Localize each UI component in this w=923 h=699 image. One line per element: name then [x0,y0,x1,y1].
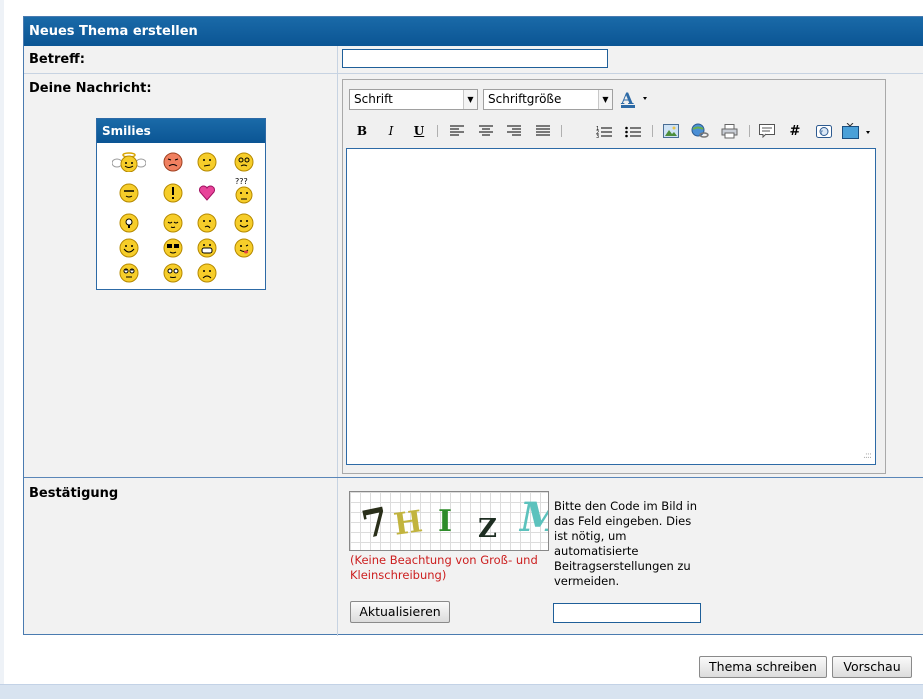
thinking-smiley-icon[interactable] [197,213,217,233]
insert-link-button[interactable] [689,121,711,141]
captcha-char: 7 [357,497,393,548]
message-editor: Schrift ▼ Schriftgröße ▼ A B I U 1 2 3 #… [342,79,886,474]
grin-smiley-icon[interactable] [197,238,217,258]
toolbar-separator [561,125,562,137]
smilies-title: Smilies [97,119,265,143]
toolbar-separator [652,125,653,137]
page-footer-bar [0,684,923,699]
align-right-button[interactable] [503,121,525,141]
video-button[interactable] [841,121,873,141]
angel-smiley-icon[interactable] [112,152,146,172]
flash-button[interactable]: f [813,121,835,141]
page-left-strip [0,0,4,698]
insert-image-button[interactable] [660,121,682,141]
subject-input[interactable] [342,49,608,68]
italic-button[interactable]: I [380,121,402,141]
quote-icon [759,124,775,138]
sleepy-smiley-icon[interactable] [163,213,183,233]
rolleyes-smiley-icon[interactable] [119,263,139,283]
cool-smiley-icon[interactable] [119,183,139,203]
font-size-select[interactable]: Schriftgröße ▼ [483,89,613,110]
toolbar-separator [437,125,438,137]
captcha-char: M [520,494,548,541]
align-right-icon [507,125,521,136]
image-icon [663,124,679,138]
exclamation-smiley-icon[interactable] [163,183,183,203]
smile-smiley-icon[interactable] [234,213,254,233]
captcha-char: Z [478,514,497,544]
font-color-button[interactable]: A [619,88,649,110]
align-center-button[interactable] [475,121,497,141]
message-textarea[interactable]: .::: [346,148,876,465]
svg-text:3: 3 [596,134,599,138]
sad-smiley-icon[interactable] [197,263,217,283]
refresh-captcha-button[interactable]: Aktualisieren [350,601,450,623]
happy-smiley-icon[interactable] [119,238,139,258]
printer-icon [721,123,737,138]
preview-button[interactable]: Vorschau [832,656,912,678]
confused-smiley-icon[interactable] [197,152,217,172]
tongue-smiley-icon[interactable] [234,238,254,258]
hash-icon: # [789,123,801,139]
ordered-list-icon: 123 [596,126,612,138]
heart-icon[interactable] [197,183,217,203]
row-divider [24,73,923,74]
ordered-list-button[interactable]: 123 [593,121,615,141]
chevron-down-icon: ▼ [598,90,612,109]
tv-icon [842,123,870,139]
dizzy-smiley-icon[interactable] [234,152,254,172]
captcha-description: Bitte den Code im Bild in das Feld einge… [554,499,698,588]
flash-media-icon: f [816,124,832,138]
align-center-icon [479,125,493,136]
align-left-button[interactable] [446,121,468,141]
justify-button[interactable] [532,121,554,141]
quote-button[interactable] [756,121,778,141]
subject-label: Betreff: [29,52,85,67]
message-label: Deine Nachricht: [29,81,152,96]
font-select[interactable]: Schrift ▼ [349,89,478,110]
blush-smiley-icon[interactable] [163,263,183,283]
print-button[interactable] [718,121,740,141]
svg-text:f: f [821,130,823,136]
link-globe-icon [691,123,709,138]
justify-icon [536,125,550,136]
toolbar-separator [749,125,750,137]
align-left-icon [450,125,464,136]
captcha-code-input[interactable] [553,603,701,623]
code-button[interactable]: # [784,121,806,141]
svg-text:???: ??? [235,177,248,186]
idea-smiley-icon[interactable] [119,213,139,233]
confirmation-label: Bestätigung [29,486,119,501]
new-topic-form: Neues Thema erstellen Betreff: Deine Nac… [23,16,923,636]
row-divider [24,477,923,478]
shades-smiley-icon[interactable] [163,238,183,258]
underline-icon: U [413,124,425,138]
chevron-down-icon: ▼ [463,90,477,109]
bold-button[interactable]: B [351,121,373,141]
italic-icon: I [388,124,394,138]
column-divider [337,46,338,636]
underline-button[interactable]: U [408,121,430,141]
angry-smiley-icon[interactable] [163,152,183,172]
unordered-list-button[interactable] [622,121,644,141]
smilies-panel: Smilies ??? [96,118,266,290]
font-color-icon: A [620,89,647,108]
question-smiley-icon[interactable]: ??? [234,177,254,205]
bold-icon: B [356,124,368,138]
font-select-value: Schrift [354,92,393,106]
submit-topic-button[interactable]: Thema schreiben [699,656,827,678]
form-title: Neues Thema erstellen [24,17,923,46]
resize-grip-icon[interactable]: .::: [863,451,872,461]
captcha-char: H [391,504,425,543]
font-size-select-value: Schriftgröße [488,92,562,106]
unordered-list-icon [625,126,641,137]
case-insensitive-hint: (Keine Beachtung von Groß- und Kleinschr… [350,553,538,582]
captcha-char: I [438,504,453,539]
captcha-image: 7 H I Z M [349,491,549,551]
